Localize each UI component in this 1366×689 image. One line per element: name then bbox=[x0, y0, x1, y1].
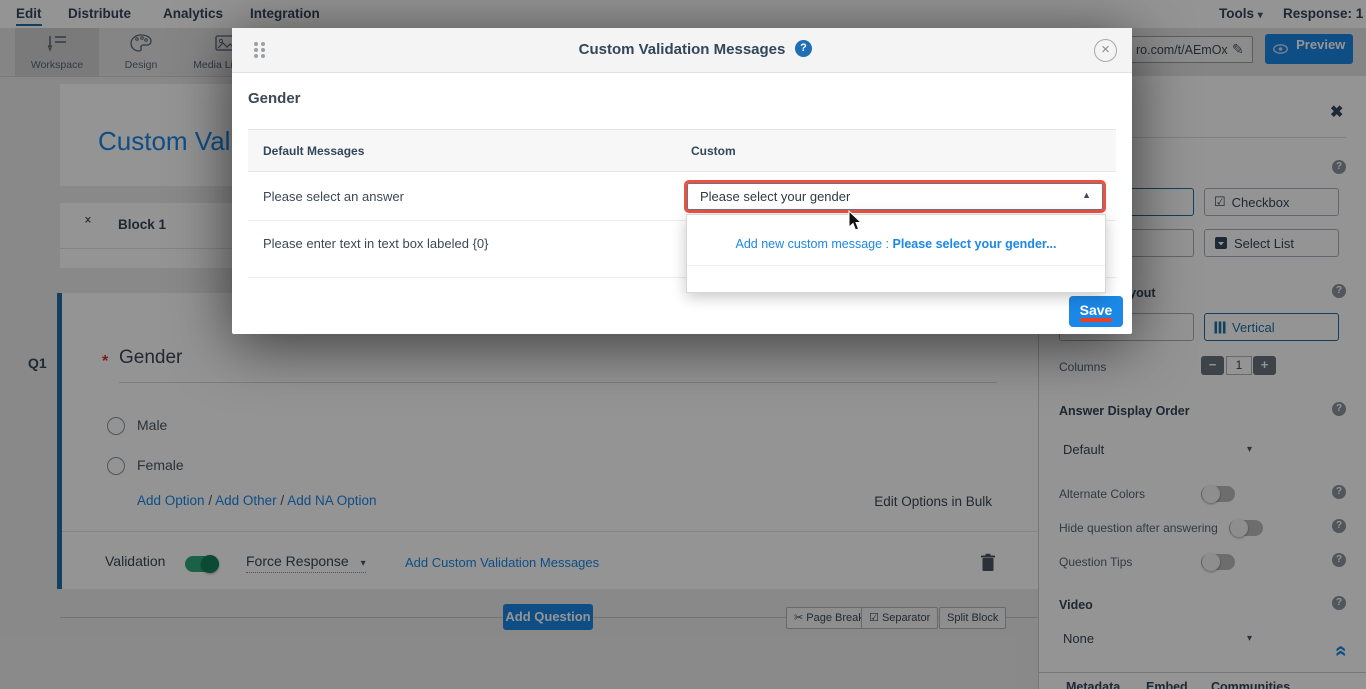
modal-header: Custom Validation Messages ? × bbox=[232, 28, 1132, 73]
modal-title: Custom Validation Messages bbox=[232, 41, 1132, 58]
save-button-red-underline bbox=[1080, 318, 1112, 322]
modal-table-header: Default Messages Custom bbox=[248, 129, 1116, 172]
caret-up-icon[interactable]: ▲ bbox=[1082, 190, 1091, 200]
custom-message-value: Please select your gender bbox=[700, 189, 850, 204]
custom-validation-messages-modal: Custom Validation Messages ? × Gender De… bbox=[232, 28, 1132, 334]
custom-message-input-row1[interactable]: Please select your gender ▲ bbox=[684, 180, 1106, 213]
default-message-row2: Please enter text in text box labeled {0… bbox=[263, 236, 489, 251]
modal-close-icon[interactable]: × bbox=[1094, 39, 1117, 62]
mouse-cursor bbox=[848, 210, 863, 232]
save-button[interactable]: Save bbox=[1069, 296, 1123, 327]
custom-message-dropdown-panel: Add new custom message : Please select y… bbox=[686, 214, 1106, 293]
app-root: Edit Distribute Analytics Integration To… bbox=[0, 0, 1366, 689]
col-header-custom: Custom bbox=[691, 144, 736, 158]
modal-question-title: Gender bbox=[248, 90, 301, 107]
add-new-custom-message-link[interactable]: Add new custom message : Please select y… bbox=[687, 237, 1105, 251]
divider bbox=[687, 265, 1105, 266]
col-header-default-messages: Default Messages bbox=[263, 144, 364, 158]
modal-help-icon[interactable]: ? bbox=[795, 40, 812, 57]
default-message-row1: Please select an answer bbox=[263, 189, 404, 204]
